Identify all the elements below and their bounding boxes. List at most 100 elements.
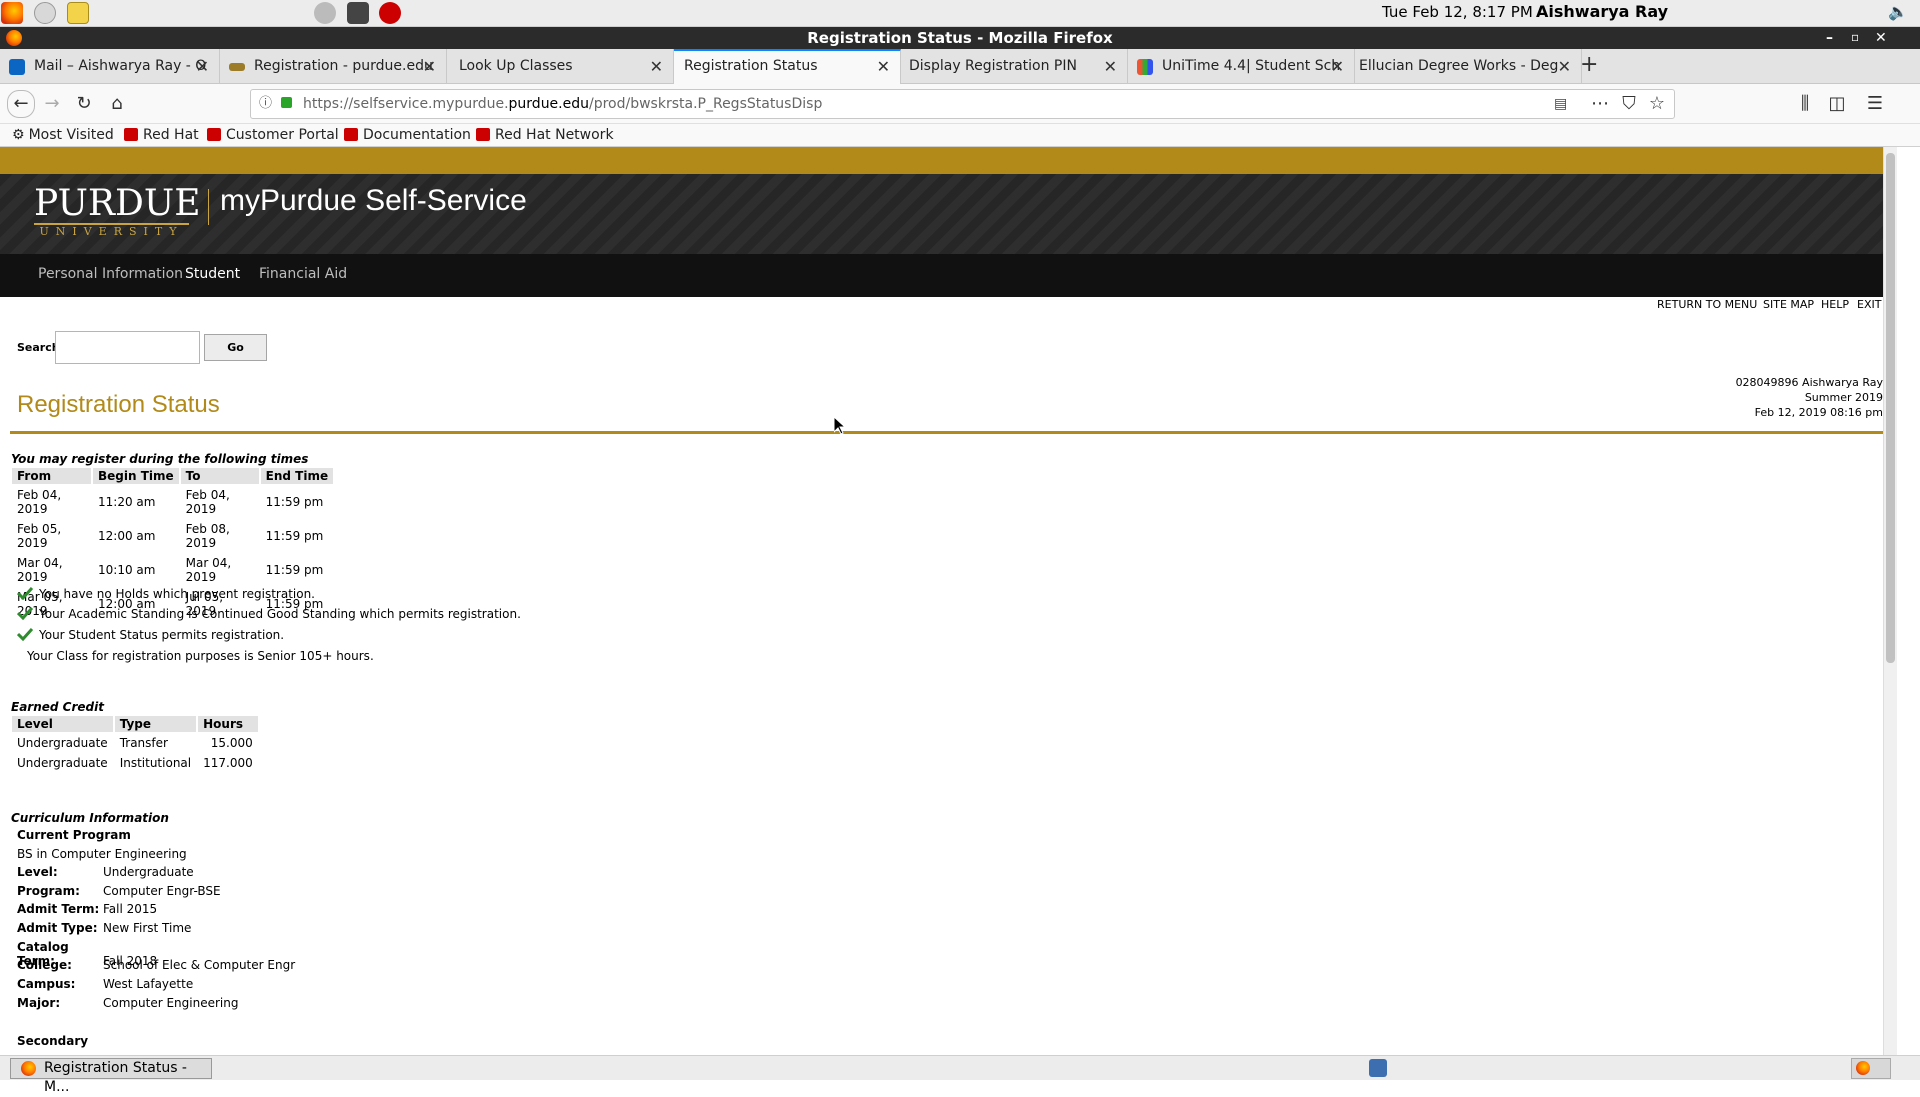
field-label: Admit Type: (17, 921, 98, 935)
status-text: You have no Holds which prevent registra… (39, 587, 315, 601)
close-tab-icon[interactable]: ✕ (423, 49, 436, 84)
library-icon[interactable]: ⫼ (1793, 92, 1817, 116)
url-bar[interactable]: ⓘ https://selfservice.mypurdue.purdue.ed… (250, 89, 1675, 119)
forward-icon[interactable]: → (40, 92, 64, 116)
workspace-switcher[interactable] (1851, 1058, 1891, 1079)
table-cell: 10:10 am (98, 563, 156, 577)
tab-label: UniTime 4.4| Student Sch (1162, 58, 1341, 74)
table-cell: Undergraduate (17, 756, 108, 770)
pocket-icon[interactable]: ⛉ (1617, 92, 1641, 116)
info-icon[interactable]: ⓘ (259, 90, 272, 118)
checkmark-icon (17, 606, 33, 620)
sidebar-icon[interactable]: ◫ (1825, 92, 1849, 116)
url-text[interactable]: https://selfservice.mypurdue.purdue.edu/… (303, 90, 822, 118)
menu-financial-aid[interactable]: Financial Aid (259, 254, 347, 297)
site-map-link[interactable]: SITE MAP (1763, 298, 1814, 311)
taskbar-item-firefox[interactable]: Registration Status - M... (10, 1058, 212, 1095)
close-tab-icon[interactable]: ✕ (650, 49, 663, 84)
bookmark-most-visited[interactable]: ⚙ Most Visited (12, 126, 114, 145)
firefox-icon (1856, 1061, 1870, 1075)
close-tab-icon[interactable]: ✕ (1104, 49, 1117, 84)
notes-launcher-icon[interactable] (67, 2, 89, 24)
scrollbar-thumb[interactable] (1886, 153, 1895, 663)
tab-label: Look Up Classes (459, 58, 573, 74)
table-row: Feb 05, 2019 12:00 am Feb 08, 2019 11:59 pm (12, 520, 333, 552)
curriculum-field-campus: Campus: West Lafayette (17, 977, 193, 991)
status-text: Your Student Status permits registration… (39, 628, 285, 642)
tab-unitime[interactable]: UniTime 4.4| Student Sch ✕ (1128, 49, 1355, 84)
program-name: BS in Computer Engineering (17, 847, 187, 861)
volume-icon[interactable]: 🔈 (1888, 2, 1908, 21)
help-link[interactable]: HELP (1821, 298, 1849, 311)
bookmark-star-icon[interactable]: ☆ (1645, 92, 1669, 116)
table-cell: Feb 04, 2019 (185, 488, 230, 516)
exit-link[interactable]: EXIT (1857, 298, 1881, 311)
reload-icon[interactable]: ↻ (72, 92, 96, 116)
table-cell: Feb 04, 2019 (17, 488, 62, 516)
firefox-launcher-icon[interactable] (1, 2, 23, 24)
home-icon[interactable]: ⌂ (105, 92, 129, 116)
system-top-bar: Tue Feb 12, 8:17 PM Aishwarya Ray 🔈 (0, 0, 1920, 27)
system-clock[interactable]: Tue Feb 12, 8:17 PM (1382, 3, 1533, 21)
close-tab-icon[interactable]: ✕ (1558, 49, 1571, 84)
hamburger-menu-icon[interactable]: ☰ (1863, 92, 1887, 116)
page-actions-icon[interactable]: ⋯ (1588, 92, 1612, 116)
close-window-icon[interactable]: ✕ (1875, 27, 1887, 49)
bookmark-red-hat-network[interactable]: Red Hat Network (476, 126, 614, 145)
new-tab-icon[interactable]: + (1580, 52, 1598, 77)
status-student-status: Your Student Status permits registration… (17, 627, 284, 642)
table-row: Undergraduate Transfer 15.000 (12, 734, 258, 752)
close-tab-icon[interactable]: ✕ (1331, 49, 1344, 84)
taskbar-item-label: Registration Status - M... (44, 1060, 187, 1095)
tab-degree-works[interactable]: Ellucian Degree Works - Deg ✕ (1355, 49, 1582, 84)
field-label: Major: (17, 996, 61, 1010)
field-label: Campus: (17, 977, 76, 991)
logo-main-text: PURDUE (34, 183, 201, 224)
tab-display-registration-pin[interactable]: Display Registration PIN ✕ (901, 49, 1128, 84)
bookmark-customer-portal[interactable]: Customer Portal (207, 126, 339, 145)
bookmark-red-hat[interactable]: Red Hat (124, 126, 199, 145)
menu-student[interactable]: Student (185, 254, 240, 297)
column-header: End Time (260, 468, 334, 484)
search-input[interactable] (55, 331, 200, 364)
tab-mail[interactable]: Mail – Aishwarya Ray - O ✕ (0, 49, 220, 84)
secondary-label: Secondary (17, 1034, 89, 1048)
back-icon[interactable]: ← (7, 90, 35, 118)
menu-personal-information[interactable]: Personal Information (38, 254, 183, 297)
page-title: Registration Status (17, 391, 220, 418)
status-academic-standing: Your Academic Standing is Continued Good… (17, 606, 521, 621)
lock-tray-icon[interactable] (347, 2, 369, 24)
purdue-logo[interactable]: PURDUE UNIVERSITY (34, 183, 201, 239)
redhat-tray-icon[interactable] (379, 2, 401, 24)
tab-registration[interactable]: Registration - purdue.edu ✕ (220, 49, 447, 84)
close-tab-icon[interactable]: ✕ (196, 49, 209, 84)
curriculum-field-admit-term: Admit Term: Fall 2015 (17, 902, 157, 916)
close-tab-icon[interactable]: ✕ (877, 51, 890, 82)
settings-tray-icon[interactable] (314, 2, 336, 24)
search-label: Search (17, 341, 60, 354)
column-header: Begin Time (93, 468, 179, 484)
workspace-icon[interactable] (1369, 1059, 1387, 1077)
url-suffix: /prod/bwskrsta.P_RegsStatusDisp (589, 96, 823, 112)
mail-launcher-icon[interactable] (34, 2, 56, 24)
maximize-icon[interactable]: ▫ (1851, 26, 1859, 48)
firefox-icon (21, 1061, 36, 1076)
table-row: Mar 04, 2019 10:10 am Mar 04, 2019 11:59 pm (12, 554, 333, 586)
page-scrollbar[interactable] (1883, 147, 1897, 1055)
minimize-icon[interactable]: – (1826, 27, 1833, 49)
column-header: Type (114, 716, 197, 732)
field-value: Computer Engr-BSE (103, 884, 221, 898)
reader-view-icon[interactable]: ▤ (1554, 90, 1567, 118)
page-content: PURDUE UNIVERSITY myPurdue Self-Service … (0, 147, 1883, 1055)
table-cell: 117.000 (203, 756, 253, 770)
status-text: Your Academic Standing is Continued Good… (39, 607, 521, 621)
tab-look-up-classes[interactable]: Look Up Classes ✕ (447, 49, 674, 84)
system-user[interactable]: Aishwarya Ray (1536, 2, 1668, 21)
go-button[interactable]: Go (204, 334, 267, 361)
mouse-cursor-icon (834, 417, 846, 435)
bookmark-documentation[interactable]: Documentation (344, 126, 471, 145)
tab-registration-status[interactable]: Registration Status ✕ (674, 49, 901, 84)
lock-icon[interactable] (281, 97, 292, 108)
return-to-menu-link[interactable]: RETURN TO MENU (1657, 298, 1757, 311)
table-cell: Mar 04, 2019 (17, 556, 63, 584)
